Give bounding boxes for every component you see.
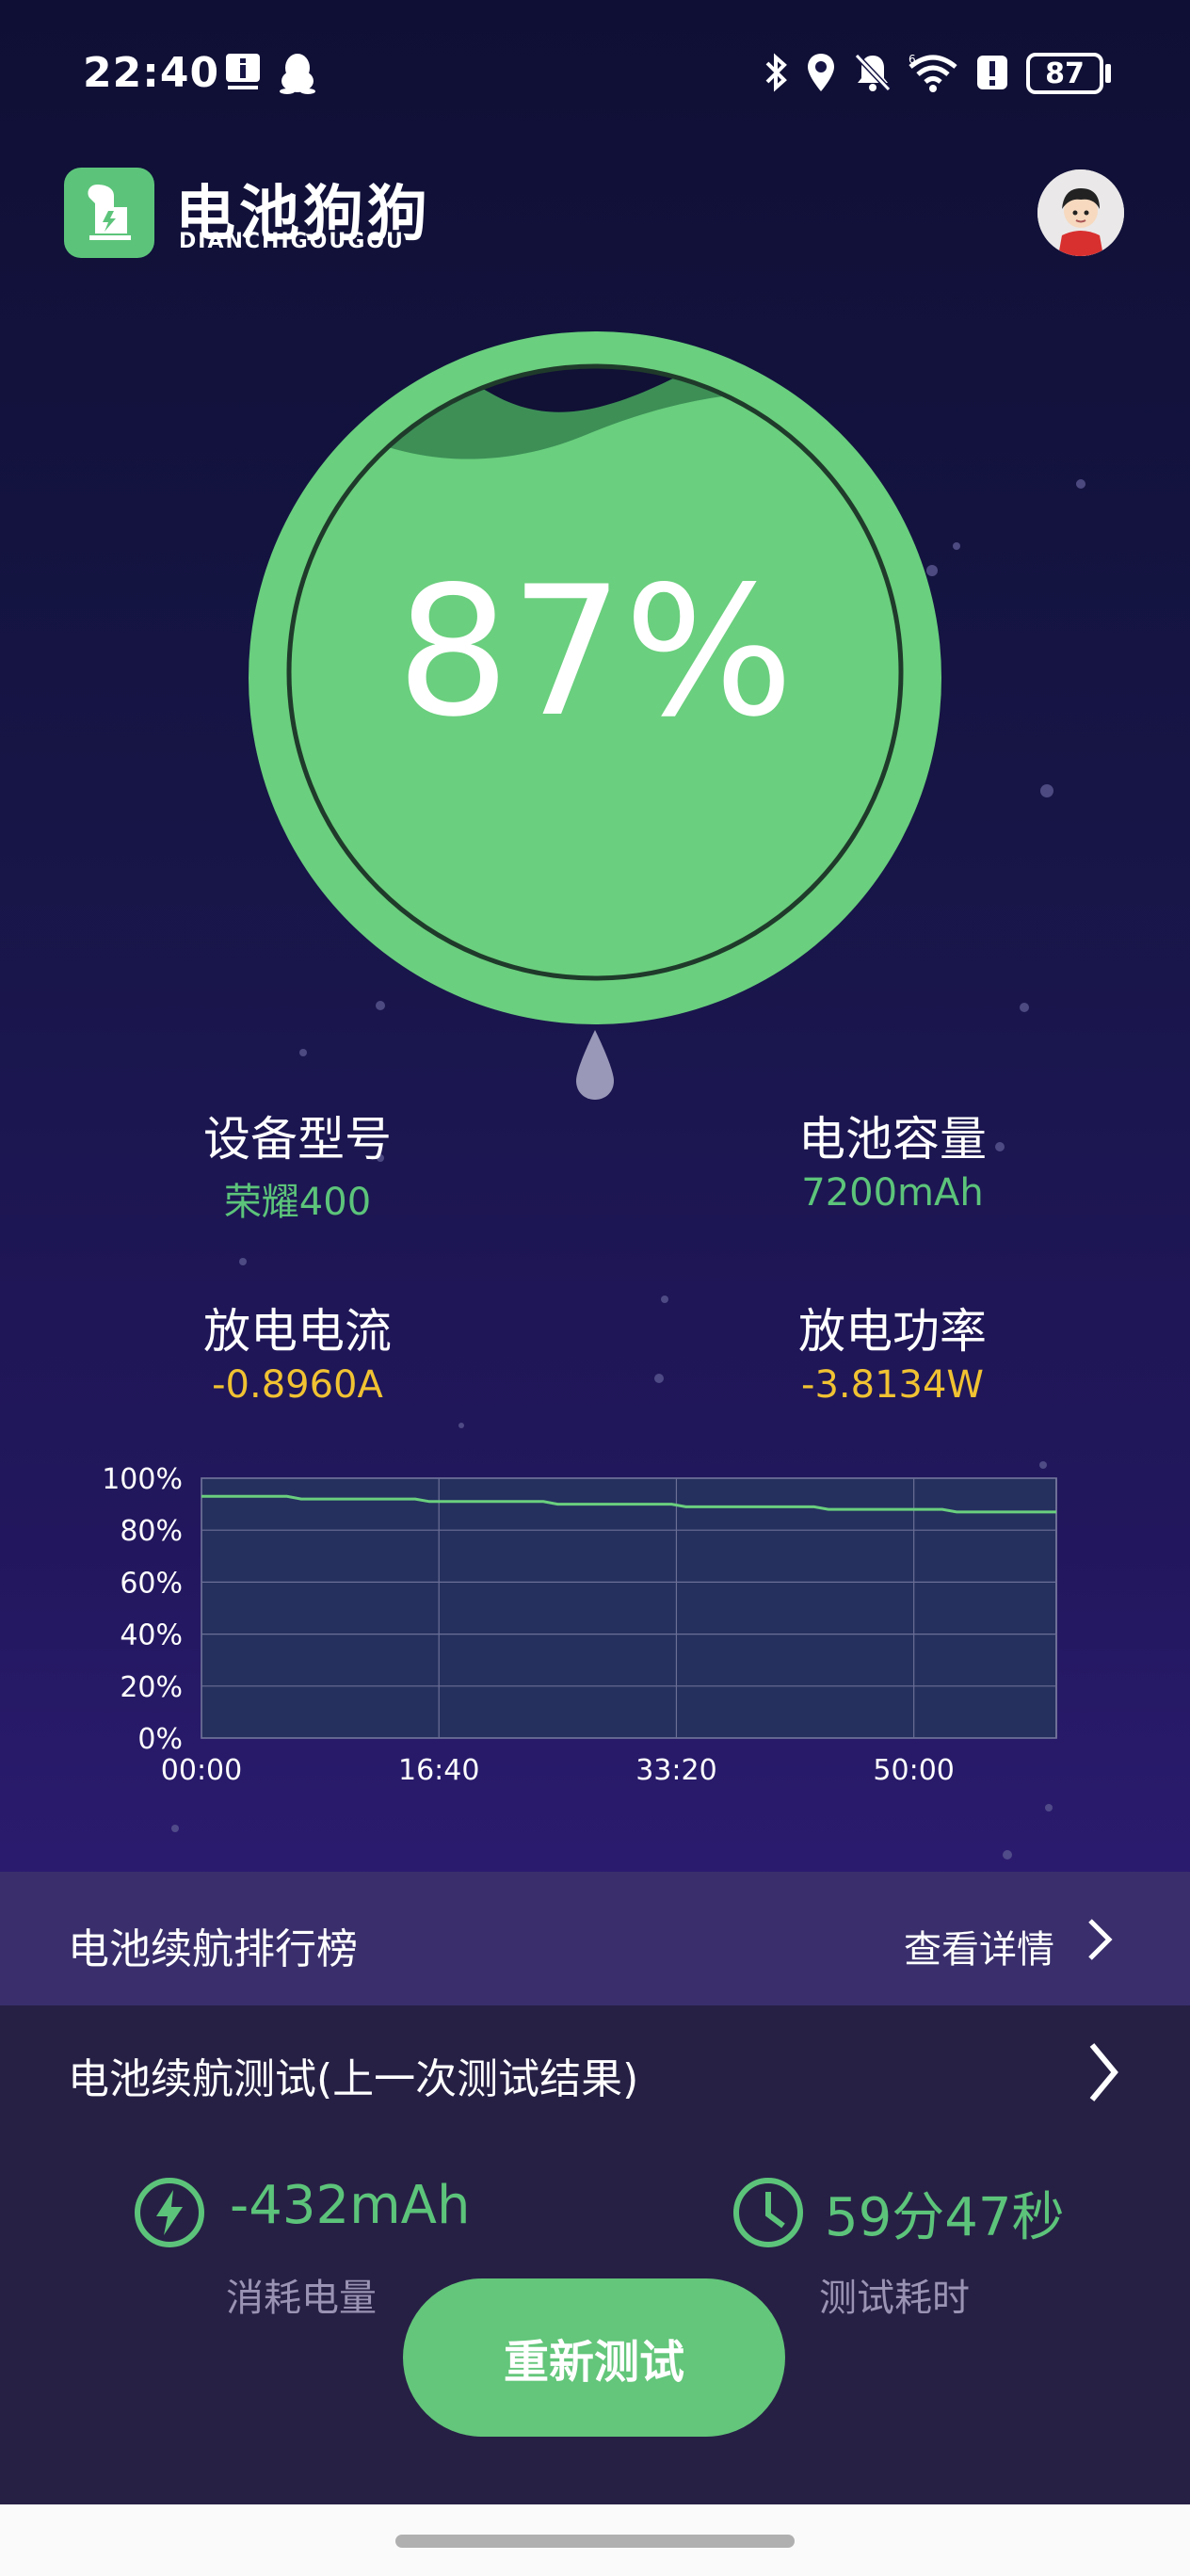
ranking-title: 电池续航排行榜 [68, 1925, 358, 1973]
battery-level-chart: 100% 80% 60% 40% 20% 0%00:00 16:40 33:20 50:00 [102, 1463, 1057, 1787]
power-label: 放电功率 [798, 1304, 987, 1359]
clock-icon [733, 2178, 803, 2247]
alert-icon [973, 49, 1011, 96]
bluetooth-icon [759, 49, 793, 96]
chart-y-tick-label: 0% [137, 1723, 183, 1756]
power-value: -3.8134W [801, 1363, 984, 1407]
last-test-title: 电池续航测试(上一次测试结果) [68, 2055, 639, 2103]
retest-button[interactable]: 重新测试 [403, 2278, 785, 2437]
chart-x-tick-label: 00:00 [161, 1754, 242, 1787]
device-model-value: 荣耀400 [223, 1181, 372, 1224]
view-details-link[interactable]: 查看详情 [904, 1919, 1054, 1973]
battery-level: 87 [1045, 56, 1085, 90]
battery-percent: 87% [395, 548, 795, 756]
current-value: -0.8960A [212, 1363, 383, 1407]
mute-bell-icon [851, 49, 894, 96]
chart-y-tick-label: 100% [102, 1463, 183, 1496]
svg-text:6: 6 [909, 53, 916, 66]
chevron-right-icon[interactable] [1083, 2039, 1124, 2105]
device-model-label: 设备型号 [203, 1112, 392, 1167]
home-indicator[interactable] [395, 2535, 795, 2548]
chart-x-tick-label: 50:00 [873, 1754, 954, 1787]
chart-plot-area [201, 1477, 1057, 1739]
consumed-value: -432mAh [230, 2175, 471, 2236]
capacity-label: 电池容量 [798, 1112, 987, 1167]
chevron-right-icon[interactable] [1083, 1915, 1117, 1964]
water-drop-icon [576, 1030, 614, 1100]
current-label: 放电电流 [203, 1304, 392, 1359]
lightning-icon [135, 2178, 204, 2247]
chart-y-tick-label: 80% [120, 1515, 183, 1548]
wifi-icon: 6 [906, 49, 960, 96]
capacity-value: 7200mAh [801, 1171, 984, 1215]
app-name-latin: DIANCHIGOUGOU [179, 230, 405, 253]
duration-value: 59分47秒 [825, 2187, 1065, 2248]
qq-penguin-icon [275, 49, 320, 96]
location-icon [802, 49, 840, 96]
ranking-bar[interactable]: 电池续航排行榜 查看详情 [0, 1872, 1190, 2005]
chart-y-tick-label: 40% [120, 1619, 183, 1652]
chart-x-tick-label: 33:20 [635, 1754, 716, 1787]
chart-y-tick-label: 60% [120, 1567, 183, 1600]
battery-icon: 87 [1026, 53, 1103, 94]
user-avatar[interactable] [1037, 169, 1124, 256]
battery-tip [1105, 64, 1111, 83]
consumed-label: 消耗电量 [226, 2277, 377, 2320]
chart-y-tick-label: 20% [120, 1671, 183, 1704]
info-notification-icon [222, 49, 264, 96]
chart-x-tick-label: 16:40 [398, 1754, 479, 1787]
status-time: 22:40 [83, 49, 220, 97]
app-logo-icon [64, 168, 154, 258]
duration-label: 测试耗时 [819, 2277, 970, 2320]
